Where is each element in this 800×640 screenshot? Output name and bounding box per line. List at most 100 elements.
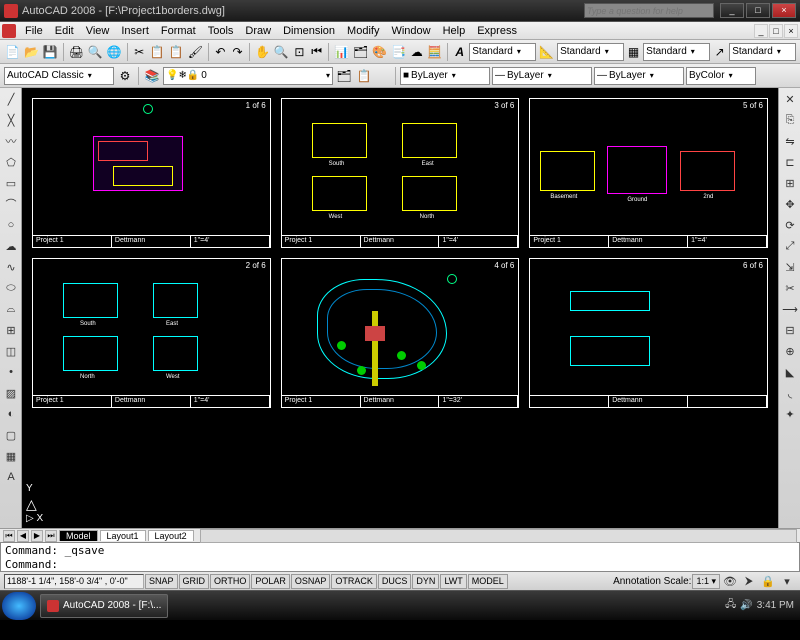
toggle-ortho[interactable]: ORTHO xyxy=(210,574,250,589)
tab-layout2[interactable]: Layout2 xyxy=(148,530,194,541)
explode-icon[interactable]: ✦ xyxy=(781,405,799,423)
markup-icon[interactable]: ☁ xyxy=(409,43,424,61)
toggle-polar[interactable]: POLAR xyxy=(251,574,290,589)
tab-next-button[interactable]: ▶ xyxy=(31,530,43,542)
copy-icon[interactable]: 📋 xyxy=(149,43,166,61)
save-icon[interactable]: 💾 xyxy=(42,43,59,61)
offset-icon[interactable]: ⊏ xyxy=(781,153,799,171)
toggle-otrack[interactable]: OTRACK xyxy=(331,574,377,589)
stretch-icon[interactable]: ⇲ xyxy=(781,258,799,276)
tab-first-button[interactable]: ⏮ xyxy=(3,530,15,542)
statusbar-menu-icon[interactable]: ▾ xyxy=(778,572,796,590)
anno-autoscale-icon[interactable]: ⮞ xyxy=(740,572,758,590)
menu-insert[interactable]: Insert xyxy=(115,24,155,38)
layer-manager-icon[interactable]: 📚 xyxy=(143,67,161,85)
menu-edit[interactable]: Edit xyxy=(49,24,80,38)
extend-icon[interactable]: ⟶ xyxy=(781,300,799,318)
paste-icon[interactable]: 📋 xyxy=(168,43,185,61)
menu-express[interactable]: Express xyxy=(471,24,523,38)
copy-object-icon[interactable]: ⎘ xyxy=(781,111,799,129)
tray-volume-icon[interactable]: 🔊 xyxy=(740,600,752,611)
tab-last-button[interactable]: ⏭ xyxy=(45,530,57,542)
break-icon[interactable]: ⊟ xyxy=(781,321,799,339)
dimstyle-icon[interactable]: 📐 xyxy=(538,43,555,61)
spline-icon[interactable]: ∿ xyxy=(2,258,20,276)
region-icon[interactable]: ▢ xyxy=(2,426,20,444)
tab-prev-button[interactable]: ◀ xyxy=(17,530,29,542)
tablestyle-combo[interactable]: Standard▾ xyxy=(643,43,710,61)
menu-dimension[interactable]: Dimension xyxy=(277,24,341,38)
help-search-input[interactable] xyxy=(584,3,714,18)
ellipse-arc-icon[interactable]: ⌓ xyxy=(2,300,20,318)
open-icon[interactable]: 📂 xyxy=(23,43,40,61)
join-icon[interactable]: ⊕ xyxy=(781,342,799,360)
autocad-menu-icon[interactable] xyxy=(2,24,16,38)
mdi-restore-button[interactable]: □ xyxy=(769,24,783,38)
designcenter-icon[interactable]: 🗂 xyxy=(352,43,369,61)
textstyle-combo[interactable]: Standard▾ xyxy=(469,43,536,61)
textstyle-a-icon[interactable]: A xyxy=(452,43,467,61)
zoom-realtime-icon[interactable]: 🔍 xyxy=(273,43,290,61)
mleaderstyle-combo[interactable]: Standard▾ xyxy=(729,43,796,61)
menu-draw[interactable]: Draw xyxy=(239,24,277,38)
sheet-set-icon[interactable]: 📑 xyxy=(390,43,407,61)
system-tray[interactable]: 🖧 🔊 3:41 PM xyxy=(725,597,798,614)
menu-help[interactable]: Help xyxy=(437,24,472,38)
command-line[interactable]: Command: _qsave Command: xyxy=(0,542,800,572)
menu-tools[interactable]: Tools xyxy=(202,24,240,38)
annotation-scale-combo[interactable]: 1:1 ▾ xyxy=(692,574,720,589)
horizontal-scrollbar[interactable] xyxy=(200,529,797,543)
dimstyle-combo[interactable]: Standard▾ xyxy=(557,43,624,61)
statusbar-lock-icon[interactable]: 🔒 xyxy=(759,572,777,590)
xline-icon[interactable]: ╳ xyxy=(2,111,20,129)
tablestyle-icon[interactable]: ▦ xyxy=(626,43,641,61)
mleaderstyle-icon[interactable]: ↗ xyxy=(712,43,727,61)
toggle-osnap[interactable]: OSNAP xyxy=(291,574,331,589)
drawing-canvas[interactable]: 1 of 6 Project 1 Dettmann 1"=4' 3 of 6 xyxy=(22,88,778,528)
arc-icon[interactable]: ⌒ xyxy=(2,195,20,213)
layer-combo[interactable]: 💡❄🔒 0▾ xyxy=(163,67,333,85)
menu-format[interactable]: Format xyxy=(155,24,202,38)
move-icon[interactable]: ✥ xyxy=(781,195,799,213)
trim-icon[interactable]: ✂ xyxy=(781,279,799,297)
close-button[interactable]: × xyxy=(772,3,796,18)
fillet-icon[interactable]: ◟ xyxy=(781,384,799,402)
insert-block-icon[interactable]: ⊞ xyxy=(2,321,20,339)
tray-clock[interactable]: 3:41 PM xyxy=(757,600,794,611)
polygon-icon[interactable]: ⬠ xyxy=(2,153,20,171)
redo-icon[interactable]: ↷ xyxy=(230,43,245,61)
layer-states-icon[interactable]: 📋 xyxy=(355,67,373,85)
undo-icon[interactable]: ↶ xyxy=(213,43,228,61)
revcloud-icon[interactable]: ☁ xyxy=(2,237,20,255)
minimize-button[interactable]: _ xyxy=(720,3,744,18)
toggle-grid[interactable]: GRID xyxy=(179,574,210,589)
coordinates-display[interactable]: 1188'-1 1/4", 158'-0 3/4" , 0'-0" xyxy=(4,574,144,589)
print-preview-icon[interactable]: 🔍 xyxy=(87,43,104,61)
table-icon[interactable]: ▦ xyxy=(2,447,20,465)
chamfer-icon[interactable]: ◣ xyxy=(781,363,799,381)
mirror-icon[interactable]: ⇋ xyxy=(781,132,799,150)
layer-previous-icon[interactable]: 🗂 xyxy=(335,67,353,85)
line-icon[interactable]: ╱ xyxy=(2,90,20,108)
erase-icon[interactable]: ✕ xyxy=(781,90,799,108)
rotate-icon[interactable]: ⟳ xyxy=(781,216,799,234)
tool-palettes-icon[interactable]: 🎨 xyxy=(371,43,388,61)
toggle-snap[interactable]: SNAP xyxy=(145,574,178,589)
calc-icon[interactable]: 🧮 xyxy=(426,43,443,61)
taskbar-app-button[interactable]: AutoCAD 2008 - [F:\... xyxy=(40,594,168,618)
start-button[interactable] xyxy=(2,592,36,620)
anno-visibility-icon[interactable]: 👁 xyxy=(721,572,739,590)
workspace-combo[interactable]: AutoCAD Classic▾ xyxy=(4,67,114,85)
lineweight-combo[interactable]: — ByLayer▾ xyxy=(594,67,684,85)
plotstyle-combo[interactable]: ByColor▾ xyxy=(686,67,756,85)
scale-icon[interactable]: ⤢ xyxy=(781,237,799,255)
ellipse-icon[interactable]: ⬭ xyxy=(2,279,20,297)
toggle-ducs[interactable]: DUCS xyxy=(378,574,412,589)
properties-icon[interactable]: 📊 xyxy=(333,43,350,61)
maximize-button[interactable]: □ xyxy=(746,3,770,18)
gradient-icon[interactable]: ◐ xyxy=(2,405,20,423)
hatch-icon[interactable]: ▨ xyxy=(2,384,20,402)
match-properties-icon[interactable]: 🖌 xyxy=(187,43,204,61)
make-block-icon[interactable]: ◫ xyxy=(2,342,20,360)
polyline-icon[interactable]: 〰 xyxy=(2,132,20,150)
